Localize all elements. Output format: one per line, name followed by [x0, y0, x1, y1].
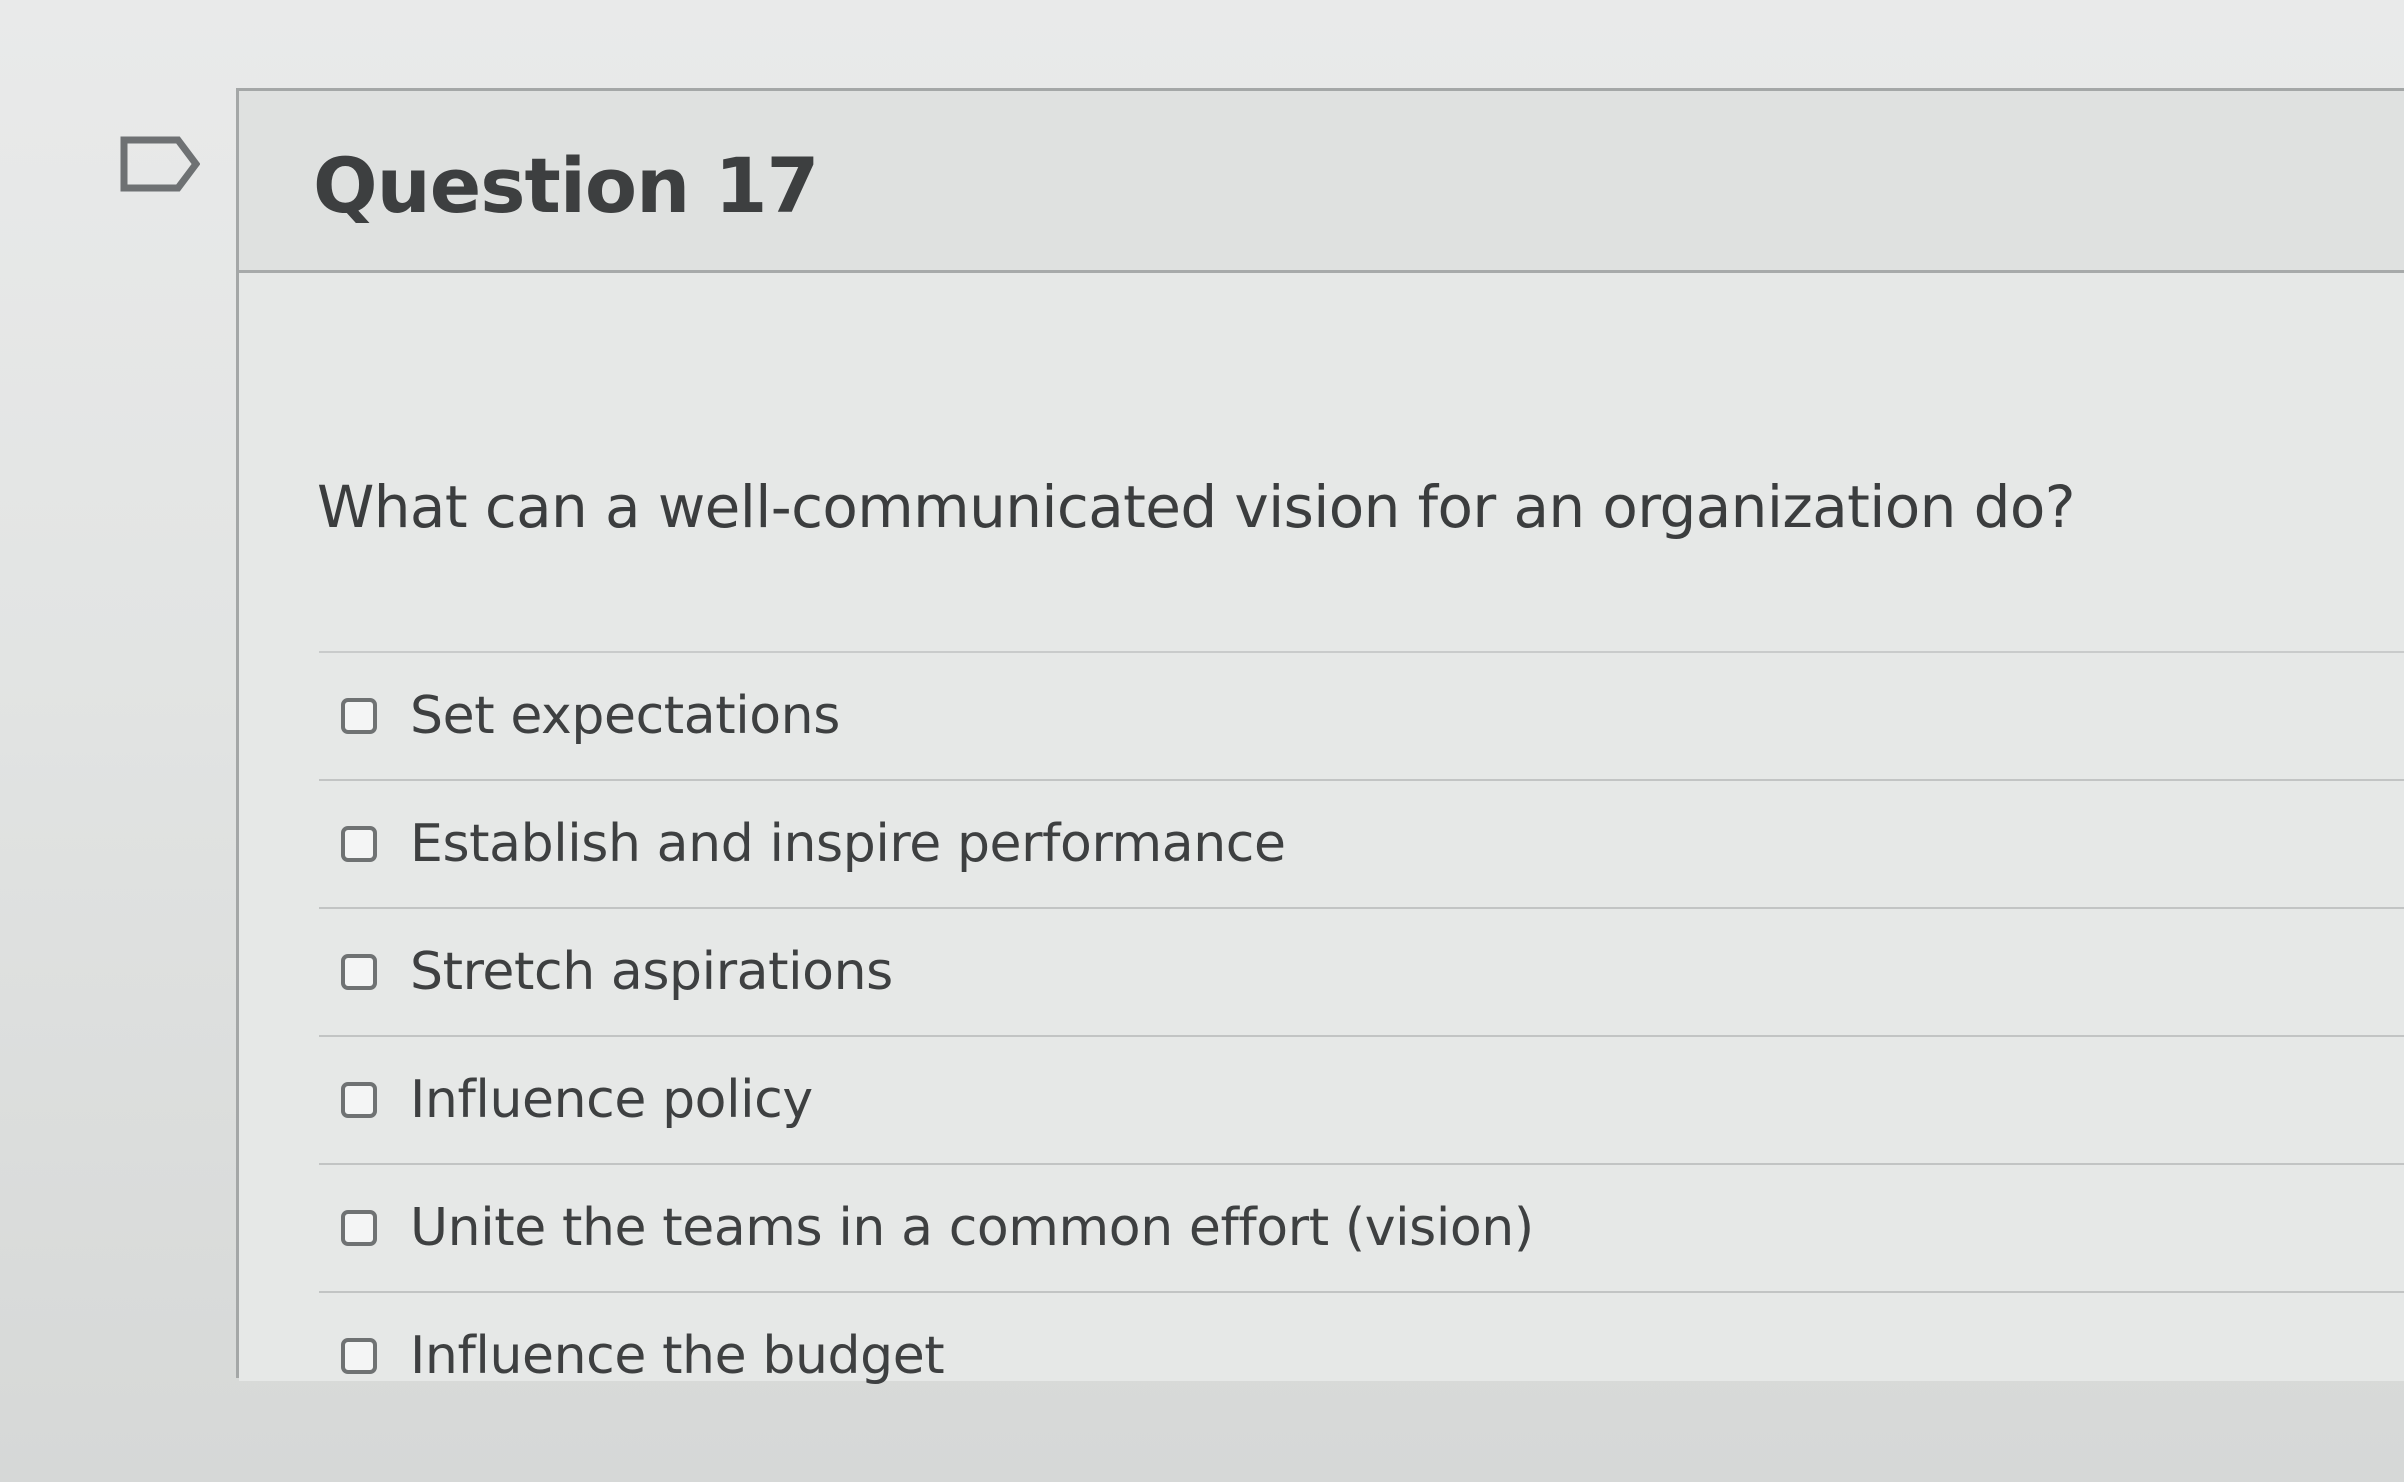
question-body: What can a well-communicated vision for …: [239, 273, 2404, 1382]
answer-option[interactable]: Unite the teams in a common effort (visi…: [319, 1163, 2404, 1291]
quiz-screen: Question 17 What can a well-communicated…: [0, 0, 2404, 1482]
question-title: Question 17: [313, 141, 819, 230]
answer-option[interactable]: Establish and inspire performance: [319, 779, 2404, 907]
answer-checkbox[interactable]: [341, 1210, 377, 1246]
answer-label: Influence policy: [410, 1070, 813, 1130]
answer-checkbox[interactable]: [341, 826, 377, 862]
answer-label: Stretch aspirations: [410, 942, 893, 1002]
flag-question-icon[interactable]: [120, 134, 201, 194]
answer-checkbox[interactable]: [341, 1338, 377, 1374]
answer-option[interactable]: Influence the budget: [319, 1291, 2404, 1419]
answer-option[interactable]: Set expectations: [319, 651, 2404, 779]
answer-label: Unite the teams in a common effort (visi…: [410, 1198, 1534, 1258]
answer-label: Establish and inspire performance: [410, 814, 1286, 874]
answer-options: Set expectations Establish and inspire p…: [319, 651, 2404, 1419]
question-prompt: What can a well-communicated vision for …: [317, 473, 2076, 541]
answer-checkbox[interactable]: [341, 954, 377, 990]
answer-label: Influence the budget: [410, 1326, 945, 1386]
question-header: Question 17: [239, 91, 2404, 273]
question-card: Question 17 What can a well-communicated…: [236, 88, 2404, 1382]
answer-checkbox[interactable]: [341, 1082, 377, 1118]
answer-option[interactable]: Stretch aspirations: [319, 907, 2404, 1035]
answer-option[interactable]: Influence policy: [319, 1035, 2404, 1163]
answer-label: Set expectations: [410, 686, 840, 746]
answer-checkbox[interactable]: [341, 698, 377, 734]
